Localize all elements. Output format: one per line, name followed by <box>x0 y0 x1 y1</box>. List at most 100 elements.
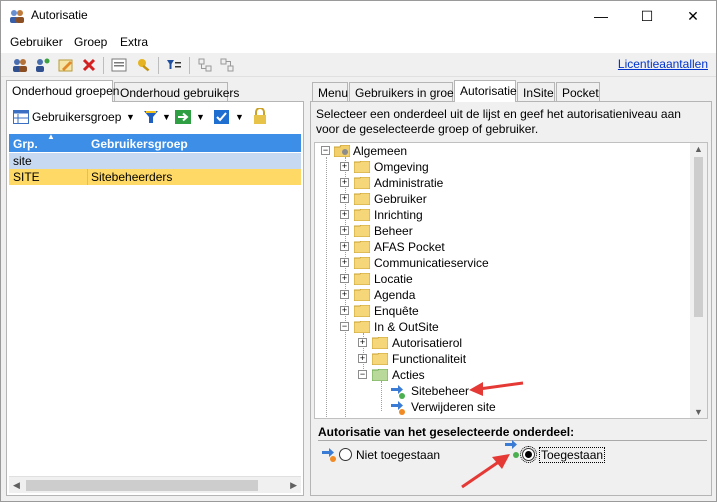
tree-node-enquete[interactable]: + Enquête <box>315 303 615 319</box>
tree-expand-icon[interactable] <box>219 57 235 73</box>
scroll-thumb[interactable] <box>694 157 703 317</box>
tab-onderhoud-gebruikers[interactable]: Onderhoud gebruikers <box>114 82 239 102</box>
authorization-tree[interactable]: − Algemeen + Omgeving + Administratie + <box>314 142 708 419</box>
tree-node-agenda[interactable]: + Agenda <box>315 287 615 303</box>
folder-icon <box>372 337 388 349</box>
menu-groep[interactable]: Groep <box>74 35 107 49</box>
expand-icon[interactable]: + <box>340 178 349 187</box>
tree-node-omgeving[interactable]: + Omgeving <box>315 159 615 175</box>
tree-label: Inrichting <box>374 208 423 222</box>
add-users-icon[interactable] <box>12 57 28 73</box>
filter-icon[interactable] <box>144 110 158 124</box>
folder-icon <box>354 177 370 189</box>
tree-node-gebruiker[interactable]: + Gebruiker <box>315 191 615 207</box>
title-bar: Autorisatie — ☐ ✕ <box>1 1 716 31</box>
chevron-down-icon[interactable]: ▼ <box>162 112 171 122</box>
chevron-down-icon[interactable]: ▼ <box>126 112 135 122</box>
collapse-icon[interactable]: − <box>358 370 367 379</box>
table-row-selected[interactable]: SITE Sitebeheerders <box>9 169 301 185</box>
tree-node-root[interactable]: − Algemeen <box>315 143 515 159</box>
expand-icon[interactable]: + <box>340 258 349 267</box>
column-header-gebruikersgroep[interactable]: Gebruikersgroep <box>91 137 188 151</box>
menu-extra[interactable]: Extra <box>120 35 148 49</box>
expand-icon[interactable]: + <box>340 194 349 203</box>
tree-node-beheer[interactable]: + Beheer <box>315 223 615 239</box>
radio-not-allowed[interactable]: Niet toegestaan <box>322 447 462 463</box>
authorization-options: Niet toegestaan Toegestaan <box>318 440 707 466</box>
tree-node-communicatieservice[interactable]: + Communicatieservice <box>315 255 615 271</box>
tab-pocket[interactable]: Pocket <box>556 82 600 102</box>
vertical-scrollbar[interactable]: ▲ ▼ <box>690 143 707 418</box>
tree-node-afas-pocket[interactable]: + AFAS Pocket <box>315 239 615 255</box>
radio-button-checked[interactable] <box>520 446 537 463</box>
tree-node-administratie[interactable]: + Administratie <box>315 175 615 191</box>
table-row[interactable]: site <box>9 153 301 169</box>
expand-icon[interactable]: + <box>340 242 349 251</box>
tree-label: Sitebeheer <box>411 384 470 398</box>
tree-node-verwijderen-site[interactable]: Verwijderen site <box>315 399 615 415</box>
scroll-left-icon[interactable]: ◀ <box>13 480 20 491</box>
folder-icon <box>372 353 388 365</box>
expand-icon[interactable]: + <box>340 226 349 235</box>
close-button[interactable]: ✕ <box>670 1 716 31</box>
minimize-button[interactable]: — <box>578 1 624 31</box>
folder-open-icon <box>354 321 370 333</box>
tab-menu[interactable]: Menu <box>312 82 348 102</box>
folder-icon <box>354 161 370 173</box>
scroll-thumb[interactable] <box>26 480 258 491</box>
tree-node-acties[interactable]: − Acties <box>315 367 615 383</box>
expand-icon[interactable]: + <box>340 162 349 171</box>
edit-icon[interactable] <box>58 57 74 73</box>
radio-allowed[interactable]: Toegestaan <box>505 440 645 463</box>
authorization-panel: Selecteer een onderdeel uit de lijst en … <box>310 101 712 496</box>
tab-autorisatie[interactable]: Autorisatie <box>454 80 517 102</box>
expand-icon[interactable]: + <box>358 338 367 347</box>
tree-label: Agenda <box>374 288 416 302</box>
scroll-up-icon[interactable]: ▲ <box>694 144 703 154</box>
properties-icon[interactable] <box>111 57 127 73</box>
chevron-down-icon[interactable]: ▼ <box>196 112 205 122</box>
checkbox-icon[interactable] <box>214 110 229 124</box>
maximize-button[interactable]: ☐ <box>624 1 670 31</box>
tree-node-in-outsite[interactable]: − In & OutSite <box>315 319 615 335</box>
tree-node-inrichting[interactable]: + Inrichting <box>315 207 615 223</box>
expand-icon[interactable]: + <box>340 290 349 299</box>
scroll-right-icon[interactable]: ▶ <box>290 480 297 491</box>
column-header-grp[interactable]: Grp. <box>13 137 38 151</box>
tab-gebruikers-in-groep[interactable]: Gebruikers in groep <box>349 82 460 102</box>
tree-label: AFAS Pocket <box>374 240 445 254</box>
tab-insite[interactable]: InSite <box>517 82 555 102</box>
tree-label: Beheer <box>374 224 413 238</box>
menu-gebruiker[interactable]: Gebruiker <box>10 35 63 49</box>
add-user-icon[interactable] <box>34 57 50 73</box>
grid-header: Grp. ▲ Gebruikersgroep <box>9 132 301 152</box>
key-icon[interactable] <box>136 57 152 73</box>
expand-icon[interactable]: + <box>358 354 367 363</box>
sort-ascending-icon: ▲ <box>47 132 55 141</box>
collapse-icon[interactable]: − <box>321 146 330 155</box>
tab-onderhoud-groepen[interactable]: Onderhoud groepen <box>6 80 119 102</box>
tree-collapse-icon[interactable] <box>197 57 213 73</box>
tree-node-autorisatierol[interactable]: + Autorisatierol <box>315 335 615 351</box>
export-arrow-icon[interactable] <box>175 110 191 124</box>
horizontal-scrollbar[interactable]: ◀ ▶ <box>9 476 301 493</box>
tree-node-locatie[interactable]: + Locatie <box>315 271 615 287</box>
toolbar-separator <box>158 57 159 74</box>
folder-icon <box>354 193 370 205</box>
radio-button[interactable] <box>339 448 352 461</box>
group-dropdown[interactable]: Gebruikersgroep <box>32 110 121 124</box>
collapse-icon[interactable]: − <box>340 322 349 331</box>
license-count-link[interactable]: Licentieaantallen <box>618 57 708 71</box>
filter-list-icon[interactable] <box>166 57 182 73</box>
expand-icon[interactable]: + <box>340 210 349 219</box>
delete-icon[interactable] <box>81 57 97 73</box>
expand-icon[interactable]: + <box>340 306 349 315</box>
lock-icon[interactable] <box>253 108 267 124</box>
scroll-down-icon[interactable]: ▼ <box>694 407 703 417</box>
tree-node-sitebeheer[interactable]: Sitebeheer <box>315 383 615 399</box>
action-denied-icon <box>322 448 336 462</box>
chevron-down-icon[interactable]: ▼ <box>235 112 244 122</box>
tree-node-functionaliteit[interactable]: + Functionaliteit <box>315 351 615 367</box>
expand-icon[interactable]: + <box>340 274 349 283</box>
tree-label: Algemeen <box>353 144 408 158</box>
